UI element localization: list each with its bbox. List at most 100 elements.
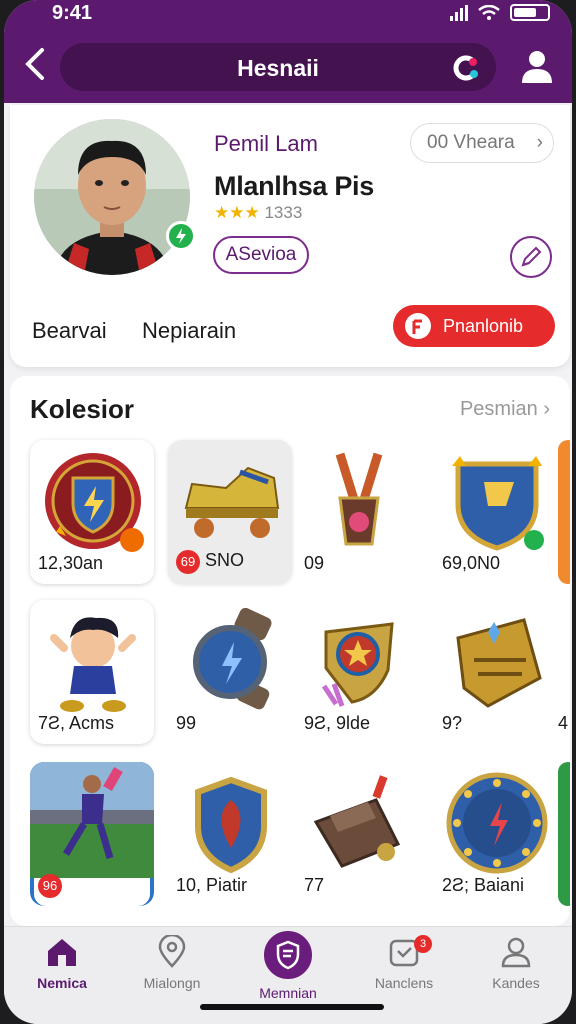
nav-center[interactable]: Memnian: [238, 927, 338, 1005]
item-caption: 09: [304, 553, 325, 573]
medal-icon: [335, 452, 383, 546]
notification-badge: 3: [414, 935, 432, 953]
item-caption: 12,30an: [38, 553, 104, 573]
page-title: Hesnaii: [237, 55, 319, 81]
collection-item[interactable]: 12,30an: [30, 440, 154, 584]
nav-label: Memnian: [259, 985, 317, 1001]
item-badge: 96: [38, 874, 62, 898]
collection-item[interactable]: 69 SNO: [168, 440, 292, 584]
collection-item[interactable]: 7Ƨ, Acms: [30, 600, 154, 744]
collection-item[interactable]: 77: [296, 762, 420, 906]
chevron-right-icon: ›: [536, 132, 543, 153]
app-logo-icon[interactable]: [450, 53, 480, 83]
collection-item[interactable]: 4: [558, 600, 570, 744]
star-rating-icon: ★★★: [214, 203, 260, 222]
user-profile-icon[interactable]: [520, 48, 554, 84]
nav-profile[interactable]: Kandes: [466, 935, 566, 1005]
home-indicator: [200, 1004, 384, 1010]
rating: ★★★ 1333: [214, 203, 302, 223]
home-icon: [48, 939, 76, 966]
location-pin-icon: [158, 935, 186, 968]
views-label: 00 Vheara: [427, 132, 515, 153]
collection-title: Kolesior: [30, 394, 135, 424]
item-caption: 77: [304, 875, 325, 895]
item-caption: 69 SNO: [176, 550, 244, 574]
bolt-icon: [176, 228, 186, 244]
shield-crest-icon: [45, 453, 144, 552]
bag-icon: [313, 775, 401, 868]
rating-value: 1333: [264, 203, 303, 222]
item-caption: 9?: [442, 713, 463, 733]
shield-icon: [276, 940, 300, 970]
see-all-label: Pesmian: [459, 398, 538, 420]
item-caption: 10, Piatir: [176, 875, 248, 895]
back-button[interactable]: [22, 46, 54, 86]
collection-panel: Kolesior Pesmian › 12,30an 69 SNO 09 69,…: [10, 376, 570, 926]
collection-item[interactable]: 99: [168, 600, 292, 744]
signal-icon: [450, 4, 468, 21]
collection-item[interactable]: [558, 762, 570, 906]
pen-icon: [521, 246, 542, 267]
item-caption: 2Ƨ; Baiani: [442, 875, 525, 895]
item-caption: 4: [558, 713, 569, 733]
player-portrait-icon: [34, 119, 190, 275]
role-chip[interactable]: ASevioa: [213, 236, 309, 274]
tab-first[interactable]: Bearvai: [32, 318, 107, 344]
collection-item[interactable]: 9?: [434, 600, 558, 744]
edit-button[interactable]: [510, 236, 552, 278]
views-button[interactable]: 00 Vheara ›: [410, 123, 554, 163]
collection-item[interactable]: 9Ƨ, 9lde: [296, 600, 420, 744]
nav-label: Nemica: [37, 975, 87, 991]
wifi-icon: [478, 4, 500, 20]
hero-character-icon: [50, 617, 136, 712]
item-caption: 69,0N0: [442, 553, 501, 573]
phone-screen: 9:41 Hesnaii Pemil Lam Mlanlhsa Pis ★★★ …: [4, 0, 572, 1024]
gold-helmet-icon: [456, 618, 542, 708]
nav-home[interactable]: Nemica: [12, 935, 112, 1005]
blue-shield-icon: [452, 456, 544, 551]
item-caption-text: SNO: [205, 550, 245, 570]
collection-item[interactable]: 69,0N0: [434, 440, 558, 584]
item-caption: 7Ƨ, Acms: [38, 713, 115, 733]
collection-item[interactable]: 2Ƨ; Baiani: [434, 762, 558, 906]
chevron-right-icon: ›: [543, 398, 550, 420]
collection-item[interactable]: 10, Piatir: [168, 762, 292, 906]
nav-label: Mialongn: [143, 975, 201, 991]
skate-shoe-icon: [184, 466, 280, 538]
app-header: 9:41 Hesnaii: [4, 0, 572, 103]
status-time: 9:41: [52, 2, 93, 24]
profile-subtitle: Pemil Lam: [214, 131, 318, 156]
collection-item[interactable]: 09: [296, 440, 420, 584]
avatar[interactable]: [34, 119, 190, 275]
online-badge: [166, 221, 196, 251]
tab-second[interactable]: Nepiarain: [142, 318, 236, 344]
see-all-link[interactable]: Pesmian ›: [460, 398, 550, 421]
item-caption: 9Ƨ, 9lde: [304, 713, 371, 733]
collection-item[interactable]: 96: [30, 762, 154, 906]
primary-action-button[interactable]: Pnanlonib: [393, 305, 555, 347]
crest-shield-icon: [195, 776, 267, 874]
nav-notifications[interactable]: 3 Nanclens: [354, 935, 454, 1005]
chevron-left-icon: [25, 48, 44, 80]
item-badge: 69: [176, 550, 200, 574]
title-pill: Hesnaii: [60, 43, 496, 91]
profile-name: Mlanlhsa Pis: [214, 171, 374, 201]
item-caption: 96: [38, 874, 62, 898]
action-icon: [405, 313, 431, 339]
soccer-player-icon: [30, 762, 154, 878]
star-circle-icon: [446, 772, 548, 874]
item-caption: 99: [176, 713, 197, 733]
star-badge-icon: [321, 622, 394, 707]
collection-item[interactable]: [558, 440, 570, 584]
status-bar: 9:41: [4, 0, 572, 28]
primary-action-label: Pnanlonib: [443, 316, 524, 336]
nav-label: Nanclens: [374, 975, 434, 991]
battery-icon: [510, 4, 550, 21]
center-action-button[interactable]: [260, 927, 316, 983]
nav-map[interactable]: Mialongn: [122, 935, 222, 1005]
user-icon: [501, 937, 531, 968]
status-icons: [450, 4, 550, 21]
blue-watch-icon: [193, 608, 272, 710]
profile-card: Pemil Lam Mlanlhsa Pis ★★★ 1333 ASevioa …: [10, 105, 570, 367]
nav-label: Kandes: [492, 975, 540, 991]
